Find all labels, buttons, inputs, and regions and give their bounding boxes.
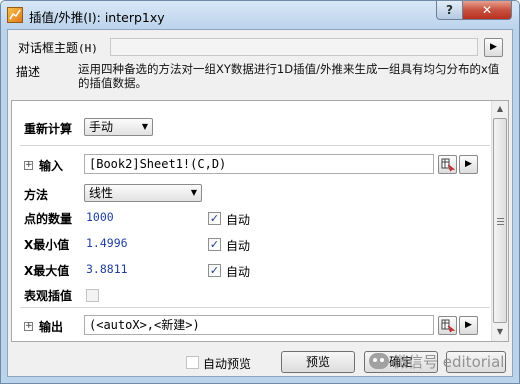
dialog-body: 对话框主题(H) ▶ 描述 运用四种备选的方法对一组XY数据进行1D插值/外推来… [7,29,513,377]
range-select-icon [441,319,456,333]
input-range-field[interactable]: [Book2]Sheet1!(C,D) [84,154,434,174]
xmax-auto-checkbox[interactable]: ✓ [208,264,221,277]
chevron-down-icon: ▼ [190,188,197,197]
separator [20,307,490,308]
window-title: 插值/外推(I): interp1xy [29,10,165,25]
app-icon [7,7,23,23]
watermark-text: 微信号 editorial [393,352,505,371]
play-arrow-icon: ▶ [465,320,472,330]
recalc-label: 重新计算 [24,122,73,136]
output-menu-button[interactable]: ▶ [459,316,478,335]
help-button[interactable]: ? [436,1,463,20]
output-range-picker-button[interactable] [438,316,457,335]
theme-menu-button[interactable]: ▶ [484,38,503,57]
wechat-logo-icon [369,353,389,369]
play-arrow-icon: ▶ [490,42,497,52]
output-label: 输出 [39,320,64,334]
scroll-thumb[interactable] [493,118,507,323]
close-button[interactable]: ✕ [462,1,512,20]
auto-preview-label: 自动预览 [203,357,252,371]
points-auto-label: 自动 [226,213,251,227]
auto-preview-checkbox[interactable] [186,356,199,369]
description-label: 描述 [16,65,41,79]
theme-label: 对话框主题(H) [18,39,98,56]
scroll-up-icon[interactable]: ▲ [495,104,505,114]
points-value[interactable]: 1000 [86,210,114,224]
method-label: 方法 [24,188,49,202]
xmax-value[interactable]: 3.8811 [86,262,128,276]
input-menu-button[interactable]: ▶ [459,155,478,174]
method-select[interactable]: 线性 ▼ [84,184,202,202]
xmin-auto-label: 自动 [226,239,251,253]
xmax-label: X最大值 [24,264,70,278]
preview-button[interactable]: 预览 [281,351,355,373]
description-text: 运用四种备选的方法对一组XY数据进行1D插值/外推来生成一组具有均匀分布的x值的… [78,62,500,90]
play-arrow-icon: ▶ [465,159,472,169]
theme-field[interactable] [110,38,478,56]
separator [20,145,490,146]
recalc-select-value: 手动 [89,120,114,134]
xmin-value[interactable]: 1.4996 [86,236,128,250]
apparent-interp-label: 表观插值 [24,289,73,303]
points-auto-checkbox[interactable]: ✓ [208,212,221,225]
watermark: 微信号 editorial [369,349,504,373]
range-select-icon [441,158,456,172]
grip-icon [497,218,504,225]
xmax-auto-label: 自动 [226,265,251,279]
output-expand-icon[interactable]: + [24,322,33,331]
method-select-value: 线性 [89,186,114,200]
points-label: 点的数量 [24,212,73,226]
input-label: 输入 [39,159,64,173]
input-range-picker-button[interactable] [438,155,457,174]
xmin-auto-checkbox[interactable]: ✓ [208,238,221,251]
input-expand-icon[interactable]: + [24,161,33,170]
scroll-down-icon[interactable]: ▼ [495,327,505,337]
theme-label-text: 对话框主题 [18,41,79,55]
xmin-label: X最小值 [24,238,70,252]
settings-panel: 重新计算 手动 ▼ + 输入 [Book2]Sheet1!(C,D) ▶ 方法 … [11,100,509,342]
apparent-interp-checkbox[interactable] [86,289,99,302]
panel-scrollbar[interactable]: ▲ ▼ [491,101,508,341]
theme-shortcut: (H) [78,42,98,55]
output-field[interactable]: (<autoX>,<新建>) [84,315,434,335]
title-bar[interactable]: 插值/外推(I): interp1xy ? ✕ [1,1,519,29]
chevron-down-icon: ▼ [141,122,148,131]
recalc-select[interactable]: 手动 ▼ [84,118,153,136]
dialog-window: 插值/外推(I): interp1xy ? ✕ 对话框主题(H) ▶ 描述 运用… [0,0,520,384]
